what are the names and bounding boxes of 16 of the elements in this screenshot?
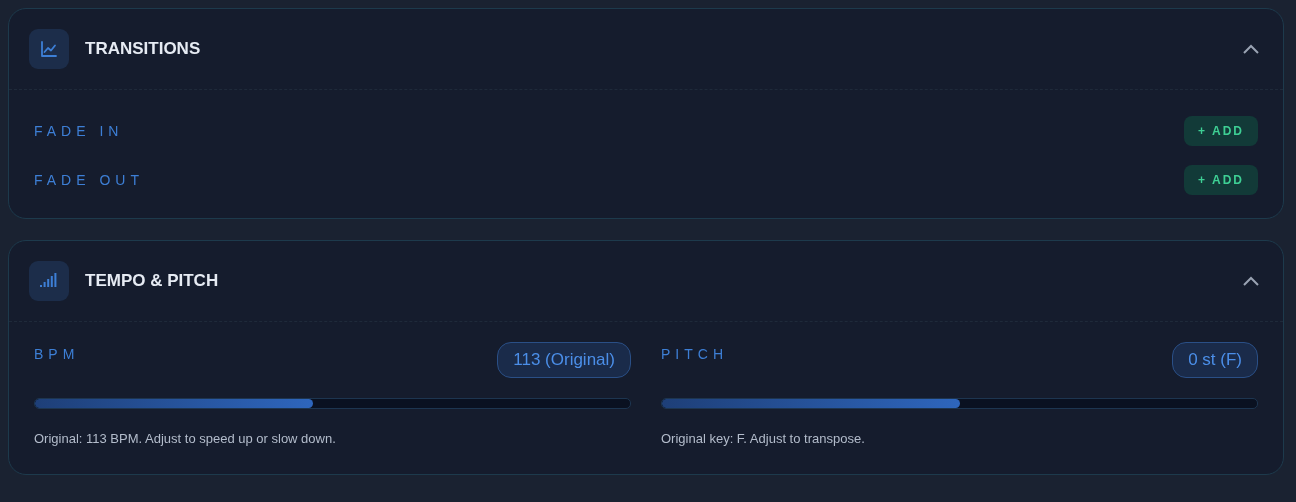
panel-title: TRANSITIONS	[85, 39, 202, 59]
hint-text: Original: 113 BPM. Adjust to speed up or slow down.	[34, 431, 337, 446]
line-chart-icon	[40, 40, 58, 58]
transition-label: FADE IN	[34, 122, 124, 139]
signal-bars-icon	[40, 273, 58, 289]
transition-label: FADE OUT	[34, 171, 144, 188]
slider-label: BPM	[34, 346, 80, 362]
slider-label: PITCH	[661, 346, 728, 362]
value-badge: 0 st (F)	[1172, 342, 1258, 378]
slider-track[interactable]	[661, 398, 1258, 409]
add-button[interactable]: + ADD	[1184, 115, 1258, 146]
value-badge: 113 (Original)	[497, 342, 631, 378]
hint-text: Original key: F. Adjust to transpose.	[661, 431, 866, 446]
add-button[interactable]: + ADD	[1184, 164, 1258, 195]
panel-title: TEMPO & PITCH	[85, 271, 220, 291]
slider-track[interactable]	[34, 398, 631, 409]
